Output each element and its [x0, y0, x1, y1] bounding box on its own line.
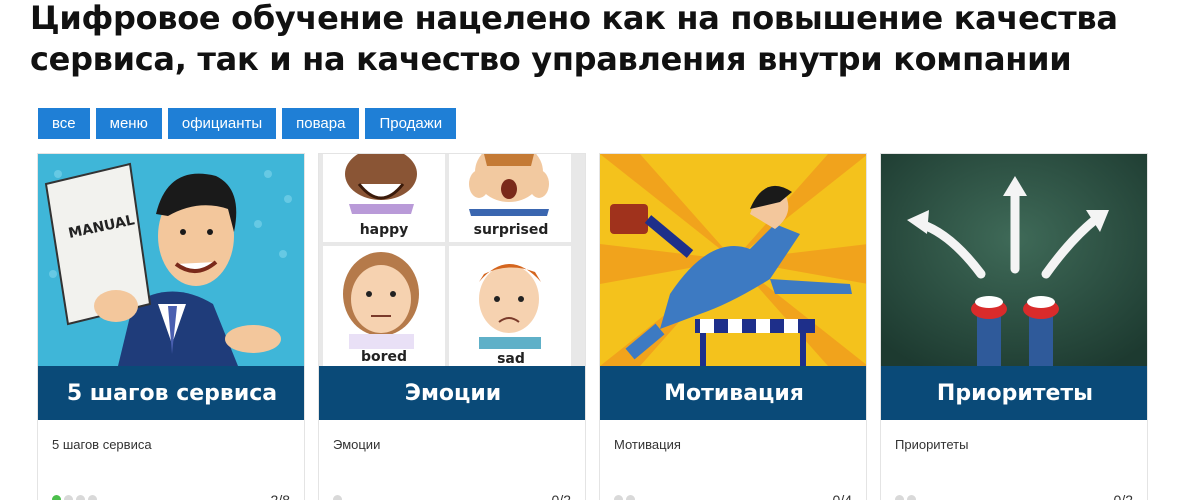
course-image-priorities: [881, 154, 1147, 366]
progress-count: 2/8: [270, 492, 290, 500]
course-image-motivation: [600, 154, 866, 366]
filter-waiters-button[interactable]: официанты: [167, 108, 277, 139]
emotion-label: bored: [361, 349, 407, 365]
course-banner: 5 шагов сервиса: [38, 366, 304, 420]
progress-dot: [895, 495, 904, 500]
progress-dot: [64, 495, 73, 500]
course-card-list: MANUAL 5 шагов сервиса 5 шагов сервиса 2…: [37, 153, 1148, 500]
course-banner: Мотивация: [600, 366, 866, 420]
progress-count: 0/2: [1113, 492, 1133, 500]
course-image-emotions: happy surprised bored sad: [319, 154, 585, 366]
progress-dots: [52, 495, 97, 500]
course-subtitle: Мотивация: [614, 437, 681, 452]
progress-dots: [614, 495, 635, 500]
progress-dot: [88, 495, 97, 500]
course-card-service-steps[interactable]: MANUAL 5 шагов сервиса 5 шагов сервиса 2…: [37, 153, 305, 500]
course-progress: 2/8: [52, 492, 290, 500]
course-image-manual: MANUAL: [38, 154, 304, 366]
filter-cooks-button[interactable]: повара: [282, 108, 360, 139]
progress-dot: [76, 495, 85, 500]
course-progress: 0/2: [895, 492, 1133, 500]
emotion-label: surprised: [474, 222, 549, 238]
progress-dots: [333, 495, 342, 500]
filter-all-button[interactable]: все: [38, 108, 90, 139]
progress-count: 0/2: [551, 492, 571, 500]
emotion-label: sad: [497, 351, 525, 366]
page-title: Цифровое обучение нацелено как на повыше…: [30, 0, 1118, 78]
course-progress: 0/2: [333, 492, 571, 500]
course-subtitle: Эмоции: [333, 437, 381, 452]
progress-dot: [52, 495, 61, 500]
course-banner: Приоритеты: [881, 366, 1147, 420]
emotion-label: happy: [360, 222, 409, 238]
progress-dot: [907, 495, 916, 500]
course-card-emotions[interactable]: happy surprised bored sad Эмоции Эмоции: [318, 153, 586, 500]
progress-dot: [626, 495, 635, 500]
course-card-priorities[interactable]: Приоритеты Приоритеты 0/2: [880, 153, 1148, 500]
course-subtitle: Приоритеты: [895, 437, 969, 452]
filter-sales-button[interactable]: Продажи: [365, 108, 457, 139]
progress-count: 0/4: [832, 492, 852, 500]
progress-dots: [895, 495, 916, 500]
progress-dot: [333, 495, 342, 500]
filter-bar: все меню официанты повара Продажи: [38, 108, 457, 139]
course-banner: Эмоции: [319, 366, 585, 420]
course-card-motivation[interactable]: Мотивация Мотивация 0/4: [599, 153, 867, 500]
course-subtitle: 5 шагов сервиса: [52, 437, 152, 452]
filter-menu-button[interactable]: меню: [95, 108, 162, 139]
course-progress: 0/4: [614, 492, 852, 500]
progress-dot: [614, 495, 623, 500]
